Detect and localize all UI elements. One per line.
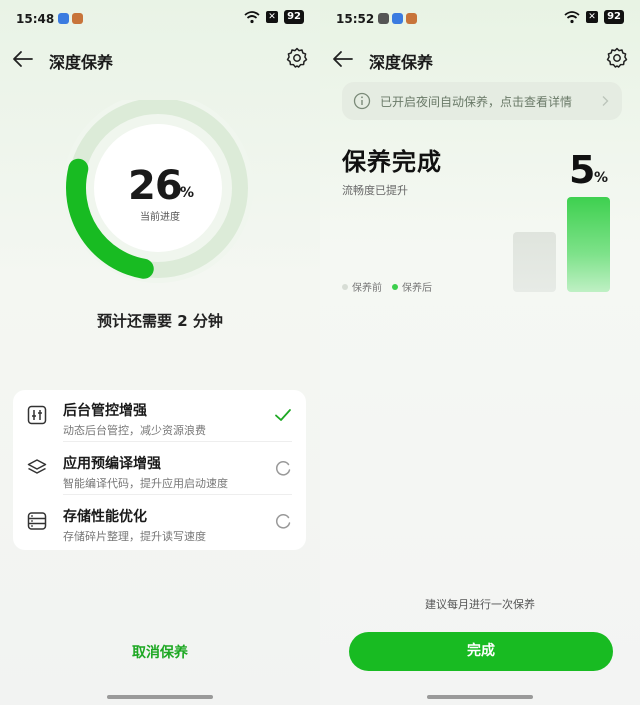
chevron-right-icon [602, 96, 609, 106]
maintenance-advice: 建议每月进行一次保养 [425, 598, 535, 611]
task-list-card: 后台管控增强 动态后台管控，减少资源浪费 应用预编译增强 智能编译代码，提升应用… [13, 390, 306, 550]
notification-icons [58, 13, 83, 24]
legend-after-dot [392, 284, 398, 290]
night-maintenance-notice[interactable]: 已开启夜间自动保养，点击查看详情 [342, 82, 622, 120]
app-header: 深度保养 [332, 44, 628, 74]
sliders-icon [27, 405, 47, 425]
status-time: 15:52 [336, 12, 375, 26]
game-app-icon [72, 13, 83, 24]
task-name: 后台管控增强 [63, 403, 147, 419]
task-item: 存储性能优化 存储碎片整理，提升读写速度 [13, 496, 306, 548]
home-indicator[interactable] [427, 695, 533, 699]
maintenance-progress-screen: 15:48 ✕ 92 深度保养 26 % 当前进度 预计还需要 2 分钟 后台管… [0, 0, 320, 705]
loading-spinner-icon [275, 461, 291, 476]
notification-icons [378, 13, 417, 24]
back-arrow-icon[interactable] [332, 48, 354, 70]
cloud-app-icon [58, 13, 69, 24]
status-right: ✕ 92 [244, 10, 304, 24]
status-right: ✕ 92 [564, 10, 624, 24]
page-title: 深度保养 [369, 53, 434, 72]
divider [63, 441, 292, 442]
back-arrow-icon[interactable] [12, 48, 34, 70]
time-remaining: 预计还需要 2 分钟 [97, 312, 223, 330]
status-time: 15:48 [16, 12, 55, 26]
notice-text: 已开启夜间自动保养，点击查看详情 [380, 95, 573, 109]
finish-button[interactable]: 完成 [349, 632, 613, 671]
progress-label: 当前进度 [140, 212, 180, 223]
bar-before [513, 232, 556, 292]
game-app-icon [406, 13, 417, 24]
cancel-maintenance-button[interactable]: 取消保养 [0, 642, 320, 662]
home-indicator[interactable] [107, 695, 213, 699]
legend-before-dot [342, 284, 348, 290]
improvement-unit: % [594, 170, 609, 186]
completion-subtitle: 流畅度已提升 [342, 184, 408, 197]
status-bar: 15:48 ✕ 92 [16, 10, 304, 30]
task-name: 应用预编译增强 [63, 456, 161, 472]
maintenance-complete-screen: 15:52 ✕ 92 深度保养 已开启夜间自动保养，点击查看详情 保养完成 流畅… [320, 0, 640, 705]
divider [63, 494, 292, 495]
chart-legend: 保养前 保养后 [342, 279, 432, 294]
x-badge-icon: ✕ [266, 11, 279, 23]
storage-icon [27, 512, 47, 530]
task-item: 应用预编译增强 智能编译代码，提升应用启动速度 [13, 443, 306, 495]
progress-unit: % [180, 185, 195, 201]
check-icon [275, 409, 291, 421]
wifi-icon [564, 11, 580, 24]
status-bar: 15:52 ✕ 92 [336, 10, 624, 30]
legend-after: 保养后 [392, 279, 432, 294]
bar-after [567, 197, 610, 292]
legend-before-label: 保养前 [352, 283, 382, 294]
page-title: 深度保养 [49, 53, 114, 72]
legend-after-label: 保养后 [402, 283, 432, 294]
gear-icon[interactable] [606, 47, 628, 69]
bolt-app-icon [378, 13, 389, 24]
gear-icon[interactable] [286, 47, 308, 69]
task-desc: 智能编译代码，提升应用启动速度 [63, 477, 228, 490]
loading-spinner-icon [275, 514, 291, 529]
info-icon [353, 92, 371, 110]
progress-value: 26 [128, 163, 183, 209]
cloud-app-icon [392, 13, 403, 24]
layers-icon [27, 459, 47, 474]
battery-level: 92 [604, 10, 624, 24]
completion-title: 保养完成 [342, 148, 442, 176]
battery-level: 92 [284, 10, 304, 24]
improvement-value: 5 [569, 148, 596, 192]
task-name: 存储性能优化 [63, 509, 147, 525]
task-desc: 动态后台管控，减少资源浪费 [63, 424, 206, 437]
wifi-icon [244, 11, 260, 24]
app-header: 深度保养 [12, 44, 308, 74]
task-item: 后台管控增强 动态后台管控，减少资源浪费 [13, 390, 306, 442]
task-desc: 存储碎片整理，提升读写速度 [63, 530, 206, 543]
legend-before: 保养前 [342, 279, 382, 294]
x-badge-icon: ✕ [586, 11, 599, 23]
